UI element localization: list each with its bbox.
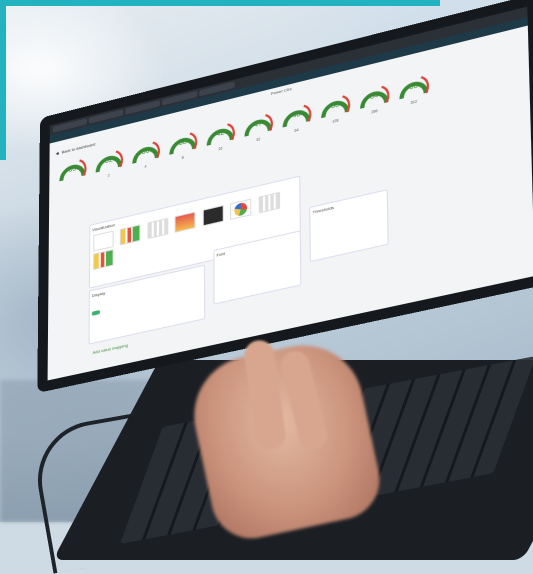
gauge: 54 256 (358, 78, 391, 122)
gauge: 50 128 (319, 88, 352, 131)
gauge: 55 (57, 152, 87, 194)
gauge: 56 512 (397, 69, 431, 113)
display-toggle[interactable] (92, 310, 100, 316)
gauge: 50 4 (130, 134, 161, 176)
viz-tile[interactable] (175, 211, 196, 232)
viz-tile[interactable] (120, 224, 141, 245)
thresholds-panel: Thresholds (309, 189, 388, 262)
viz-tile[interactable] (93, 249, 114, 270)
gauge: 48 64 (280, 97, 312, 140)
gauge: 52 2 (94, 143, 125, 185)
viz-tile[interactable] (203, 205, 224, 227)
gauge: 38 8 (167, 125, 198, 167)
viz-tile[interactable] (258, 192, 279, 214)
thresholds-label: Thresholds (310, 190, 387, 217)
add-value-mapping-link[interactable]: Add value mapping (93, 342, 128, 355)
viz-tile[interactable] (230, 198, 251, 220)
gauge: 42 16 (205, 116, 237, 159)
pie-icon (235, 202, 248, 217)
laptop-screen: IBY BSSCI Power Ctrs ◀ Back to dashboard… (37, 0, 533, 393)
back-arrow-icon[interactable]: ◀ (56, 150, 59, 156)
viz-tile[interactable] (147, 218, 168, 239)
gauge: 47 32 (242, 107, 274, 150)
